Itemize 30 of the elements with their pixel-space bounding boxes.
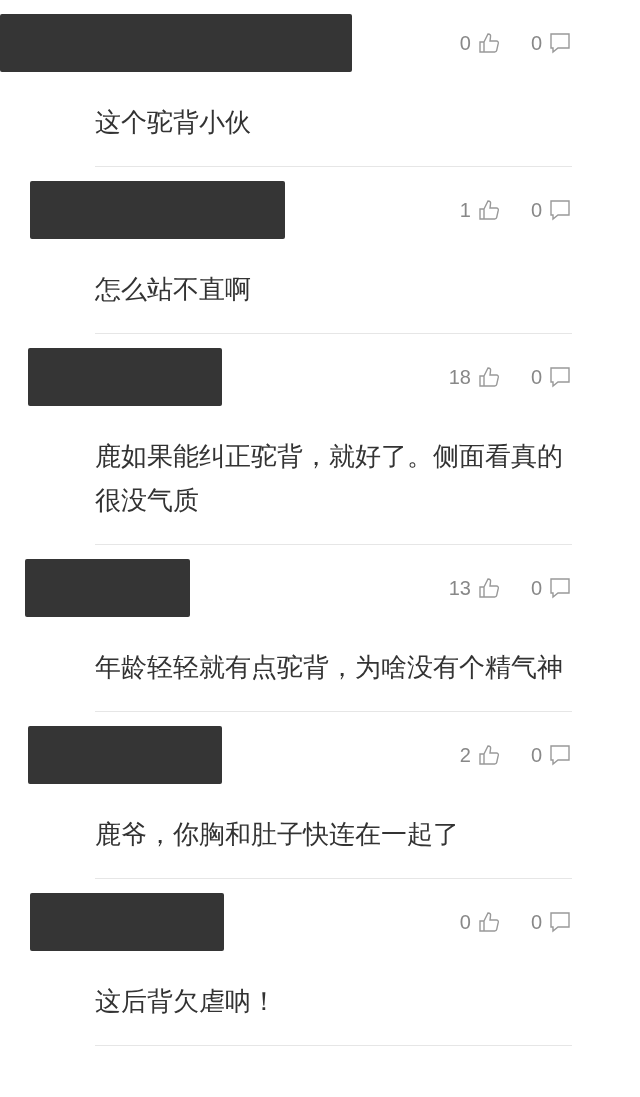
comment-text: 怎么站不直啊 (95, 267, 572, 334)
like-count: 13 (448, 576, 471, 600)
comment-text: 鹿爷，你胸和肚子快连在一起了 (95, 812, 572, 879)
speech-bubble-icon[interactable] (548, 910, 572, 934)
reply-count: 0 (530, 198, 542, 222)
reply-count: 0 (530, 910, 542, 934)
speech-bubble-icon[interactable] (548, 31, 572, 55)
comment-text: 这后背欠虐呐！ (95, 979, 572, 1046)
like-count: 2 (459, 743, 471, 767)
like-count: 0 (459, 910, 471, 934)
thumbs-up-icon[interactable] (476, 910, 501, 934)
thumbs-up-icon[interactable] (476, 576, 501, 600)
reply-count: 0 (530, 576, 542, 600)
like-count: 1 (459, 198, 471, 222)
reply-count: 0 (530, 31, 542, 55)
thumbs-up-icon[interactable] (476, 743, 501, 767)
thumbs-up-icon[interactable] (476, 365, 501, 389)
reply-count: 0 (530, 365, 542, 389)
like-count: 18 (448, 365, 471, 389)
comment-text: 这个驼背小伙 (95, 100, 572, 167)
like-count: 0 (459, 31, 471, 55)
thumbs-up-icon[interactable] (476, 31, 501, 55)
comment-text: 鹿如果能纠正驼背，就好了。侧面看真的很没气质 (95, 434, 572, 545)
speech-bubble-icon[interactable] (548, 198, 572, 222)
thumbs-up-icon[interactable] (476, 198, 501, 222)
speech-bubble-icon[interactable] (548, 743, 572, 767)
comment-text: 年龄轻轻就有点驼背，为啥没有个精气神 (95, 645, 572, 712)
reply-count: 0 (530, 743, 542, 767)
speech-bubble-icon[interactable] (548, 576, 572, 600)
speech-bubble-icon[interactable] (548, 365, 572, 389)
